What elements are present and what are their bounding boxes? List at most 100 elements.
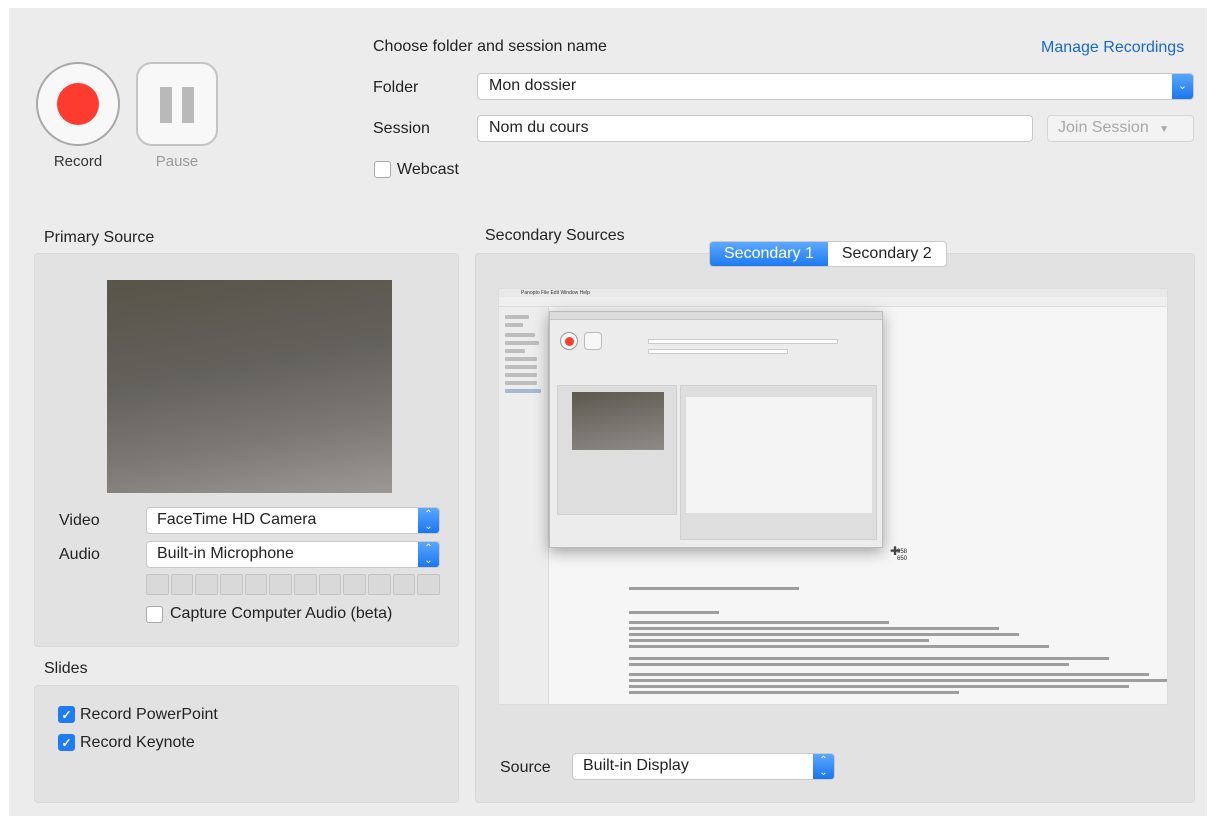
folder-value: Mon dossier — [489, 77, 577, 94]
preview-menubar: Panopto File Edit Window Help — [499, 289, 1167, 297]
record-powerpoint-label: Record PowerPoint — [80, 706, 218, 723]
primary-source-title: Primary Source — [44, 229, 155, 246]
preview-pause-button — [584, 332, 602, 350]
meter-segment — [368, 574, 391, 595]
session-heading: Choose folder and session name — [373, 38, 607, 55]
join-session-button[interactable]: Join Session ▼ — [1047, 115, 1194, 142]
pause-icon-bar — [182, 87, 194, 123]
preview-camera-image — [572, 392, 664, 450]
record-button[interactable] — [36, 62, 120, 146]
secondary-sources-title: Secondary Sources — [485, 227, 625, 244]
display-source-select[interactable]: Built-in Display ⌃ ⌄ — [572, 753, 835, 780]
meter-segment — [244, 574, 268, 595]
preview-nested-display — [685, 396, 873, 514]
recorder-window: Record Pause Choose folder and session n… — [9, 8, 1207, 816]
source-label: Source — [500, 759, 551, 776]
source-value: Built-in Display — [583, 757, 689, 774]
cursor-coord-y: 650 — [897, 556, 908, 562]
preview-text-line — [629, 685, 1129, 688]
session-value: Nom du cours — [489, 119, 589, 136]
capture-audio-checkbox[interactable] — [146, 606, 163, 623]
video-source-select[interactable]: FaceTime HD Camera ⌃ ⌄ — [146, 507, 440, 534]
preview-text-line — [629, 587, 799, 590]
preview-sidebar-line — [505, 373, 537, 377]
preview-text-line — [629, 679, 1167, 682]
up-down-chevron-icon: ⌃ ⌄ — [418, 508, 439, 533]
pause-icon — [160, 87, 172, 123]
meter-segment — [417, 574, 441, 595]
pause-label: Pause — [155, 153, 199, 170]
preview-sidebar-line — [505, 365, 537, 369]
preview-primary-panel — [557, 385, 677, 515]
preview-text-line — [629, 611, 719, 614]
chevron-down-icon: ⌄ — [1172, 74, 1193, 99]
meter-segment — [195, 574, 219, 595]
preview-session-field — [648, 349, 788, 354]
preview-recorder-dialog — [549, 311, 883, 548]
video-label: Video — [59, 512, 100, 529]
preview-text-line — [629, 645, 1049, 648]
manage-recordings-link[interactable]: Manage Recordings — [1041, 39, 1184, 57]
preview-sidebar-line — [505, 349, 525, 353]
meter-segment — [392, 574, 416, 595]
preview-dialog-titlebar — [550, 312, 882, 320]
up-down-chevron-icon: ⌃ ⌄ — [813, 754, 834, 779]
preview-text-line — [629, 633, 1019, 636]
record-keynote-label: Record Keynote — [80, 734, 195, 751]
tab-secondary-2[interactable]: Secondary 2 — [828, 242, 946, 266]
session-label: Session — [373, 120, 430, 137]
preview-record-button — [560, 332, 578, 350]
preview-sidebar — [499, 307, 549, 704]
audio-label: Audio — [59, 546, 100, 563]
preview-sidebar-line — [505, 389, 541, 393]
preview-toolbar — [499, 297, 1167, 307]
meter-segment — [170, 574, 194, 595]
record-dot-icon — [57, 83, 99, 125]
meter-segment — [294, 574, 317, 595]
meter-segment — [318, 574, 342, 595]
record-keynote-checkbox[interactable]: ✓ — [58, 734, 75, 751]
preview-text-line — [629, 639, 929, 642]
up-down-chevron-icon: ⌃ ⌄ — [418, 542, 439, 567]
preview-sidebar-line — [505, 341, 539, 345]
video-value: FaceTime HD Camera — [157, 511, 317, 528]
cursor-coord-x: 958 — [897, 549, 908, 555]
webcast-checkbox[interactable] — [374, 161, 391, 178]
preview-sidebar-line — [505, 357, 537, 361]
preview-secondary-panel — [680, 385, 877, 540]
meter-segment — [220, 574, 243, 595]
preview-folder-field — [648, 339, 838, 344]
preview-text-line — [629, 627, 999, 630]
audio-level-meter — [146, 574, 441, 595]
secondary-tabs: Secondary 1 Secondary 2 — [709, 241, 947, 267]
tab-secondary-1[interactable]: Secondary 1 — [710, 242, 828, 266]
capture-audio-label: Capture Computer Audio (beta) — [170, 605, 393, 622]
preview-sidebar-line — [505, 323, 523, 327]
preview-sidebar-line — [505, 315, 529, 319]
preview-record-dot-icon — [565, 337, 574, 346]
folder-select[interactable]: Mon dossier ⌄ — [477, 73, 1194, 100]
preview-sidebar-line — [505, 381, 537, 385]
preview-text-line — [629, 657, 1109, 660]
pause-button[interactable] — [136, 62, 218, 146]
caret-down-icon: ▼ — [1159, 124, 1170, 135]
meter-segment — [146, 574, 169, 595]
folder-label: Folder — [373, 79, 419, 96]
preview-text-line — [629, 673, 1149, 676]
display-preview: Panopto File Edit Window Help ✚ 958 650 — [498, 288, 1168, 705]
meter-segment — [269, 574, 293, 595]
webcast-label: Webcast — [397, 161, 459, 178]
slides-title: Slides — [44, 660, 88, 677]
record-label: Record — [53, 153, 103, 170]
record-powerpoint-checkbox[interactable]: ✓ — [58, 706, 75, 723]
session-name-input[interactable]: Nom du cours — [477, 115, 1033, 142]
meter-segment — [343, 574, 367, 595]
preview-text-line — [629, 691, 959, 694]
audio-value: Built-in Microphone — [157, 545, 294, 562]
join-session-label: Join Session — [1058, 119, 1149, 136]
camera-preview — [107, 280, 392, 493]
cursor-coordinates: 958 650 — [897, 549, 907, 563]
preview-sidebar-line — [505, 333, 535, 337]
audio-source-select[interactable]: Built-in Microphone ⌃ ⌄ — [146, 541, 440, 568]
preview-text-line — [629, 621, 889, 624]
